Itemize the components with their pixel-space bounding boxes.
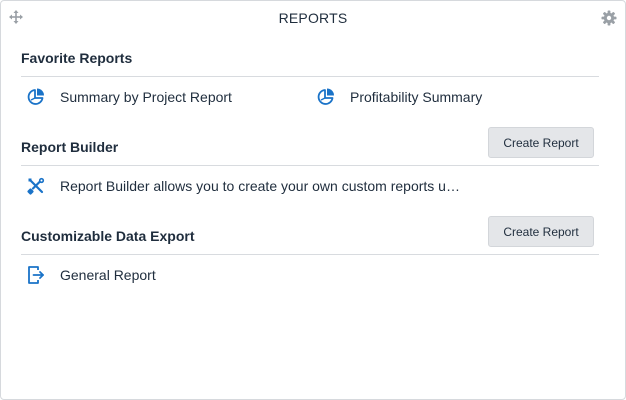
report-link-label: General Report xyxy=(60,267,156,283)
create-report-button[interactable]: Create Report xyxy=(488,216,594,247)
create-report-button[interactable]: Create Report xyxy=(488,127,594,158)
tools-icon xyxy=(26,176,46,196)
pie-chart-icon xyxy=(26,87,46,107)
gear-icon[interactable] xyxy=(601,10,617,26)
section-header: Favorite Reports xyxy=(21,41,599,77)
pie-chart-icon xyxy=(316,87,336,107)
report-link-label: Profitability Summary xyxy=(350,89,483,105)
section-report-builder: Report Builder Create Report xyxy=(21,127,599,166)
section-header: Customizable Data Export Create Report xyxy=(21,216,599,255)
section-title: Customizable Data Export xyxy=(21,228,195,244)
report-builder-description: Report Builder allows you to create your… xyxy=(60,178,460,194)
section-favorite-reports: Favorite Reports xyxy=(21,41,599,77)
reports-widget: REPORTS Favorite Reports Summary by Proj… xyxy=(0,0,626,400)
section-header: Report Builder Create Report xyxy=(21,127,599,166)
report-link-profitability-summary[interactable]: Profitability Summary xyxy=(316,87,482,107)
report-builder-link[interactable]: Report Builder allows you to create your… xyxy=(26,176,460,196)
report-link-summary-by-project[interactable]: Summary by Project Report xyxy=(26,87,232,107)
widget-header: REPORTS xyxy=(1,1,625,35)
section-title: Favorite Reports xyxy=(21,50,133,66)
export-icon xyxy=(26,265,46,285)
report-link-label: Summary by Project Report xyxy=(60,89,232,105)
section-title: Report Builder xyxy=(21,139,119,155)
report-link-general-report[interactable]: General Report xyxy=(26,265,156,285)
section-customizable-data-export: Customizable Data Export Create Report xyxy=(21,216,599,255)
widget-title: REPORTS xyxy=(278,10,348,26)
